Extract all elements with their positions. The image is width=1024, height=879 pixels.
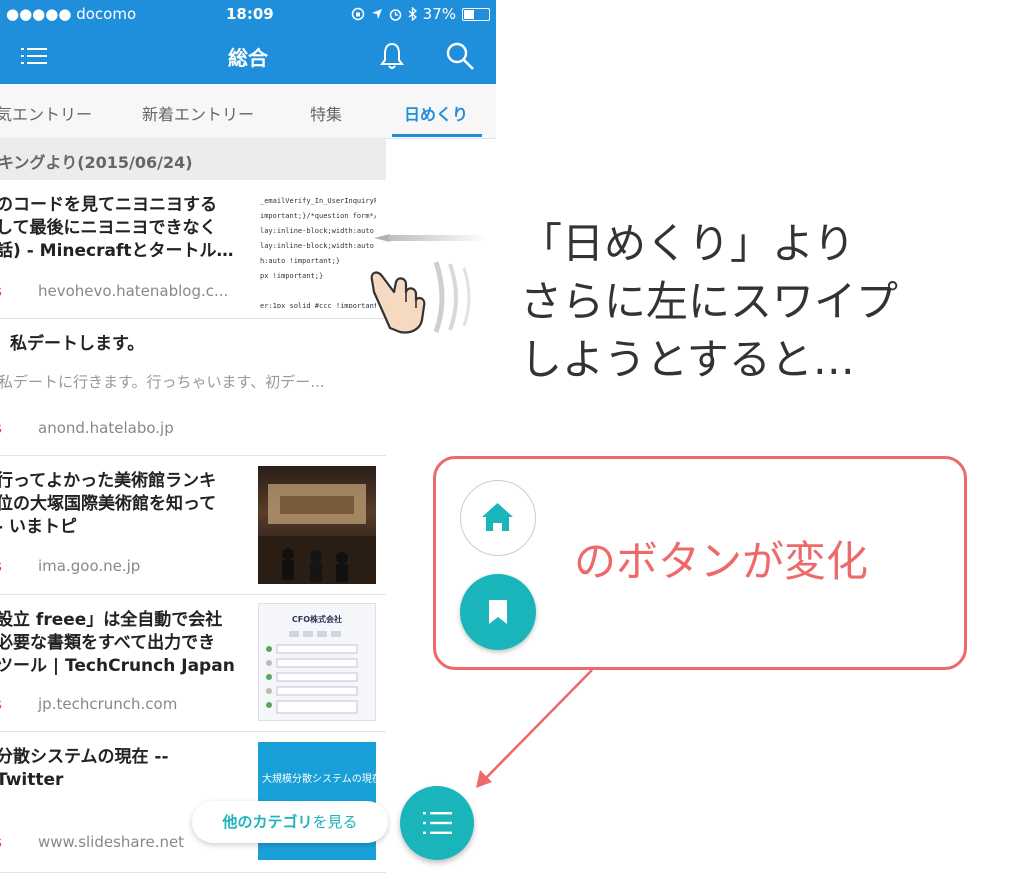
page-title: 総合: [228, 46, 268, 70]
bluetooth-icon: [408, 7, 417, 21]
entry-users: rs: [0, 695, 2, 713]
entry-row[interactable]: のコードを見てニヨニヨする して最後にニヨニヨできなく 話) - Minecra…: [0, 180, 386, 319]
motion-line: [433, 261, 445, 333]
motion-line: [448, 263, 458, 331]
entry-domain: ima.goo.ne.jp: [38, 557, 141, 575]
entry-domain: hevohevo.hatenablog.c...: [38, 282, 229, 300]
entry-domain: jp.techcrunch.com: [38, 695, 178, 713]
location-icon: [371, 9, 382, 19]
painting-image: [258, 484, 376, 584]
thumb-code-line: [260, 284, 376, 299]
orientation-lock-icon: [351, 7, 364, 21]
thumb-code-line: h:auto !important;}: [260, 257, 341, 265]
entry-domain: anond.hatelabo.jp: [38, 419, 174, 437]
entry-users: rs: [0, 282, 2, 300]
swipe-gesture-illustration: [370, 234, 488, 334]
hand-pointer-icon: [370, 271, 426, 334]
category-button-suffix: を見る: [312, 813, 358, 831]
bookmark-icon: [489, 600, 507, 624]
nav-bar: 総合: [0, 28, 496, 84]
clock: 18:09: [226, 5, 274, 23]
entry-users: rs: [0, 557, 2, 575]
entry-users: rs: [0, 419, 2, 437]
entry-title: 分散システムの現在 -- Twitter: [0, 747, 169, 790]
active-tab-indicator: [392, 134, 482, 137]
callout-text: のボタンが変化: [574, 537, 869, 586]
swipe-instruction-text: 「日めくり」より さらに左にスワイプ しようとすると…: [520, 219, 899, 384]
thumb-code-line: important;}/*question form*/: [260, 212, 376, 220]
carrier-label: ●●●●● docomo: [6, 5, 137, 23]
other-categories-button[interactable]: 他のカテゴリを見る: [192, 801, 388, 843]
thumb-code-line: er:1px solid #ccc !important;backg: [260, 302, 376, 308]
search-icon[interactable]: [444, 40, 476, 72]
thumb-code-line: lay:inline-block;width:auto !impo: [260, 242, 376, 250]
tab-feature[interactable]: 特集: [310, 101, 342, 125]
entry-title: 私デートします。: [10, 334, 145, 354]
thumb-slide-title: 大規模分散システムの現在: [262, 774, 376, 785]
thumb-form-title: CFO株式会社: [291, 615, 343, 624]
thumb-code-line: _emailVerify_In_UserInquiryForm_i: [260, 197, 376, 205]
entry-thumbnail: [258, 466, 376, 584]
arrow-left-icon: [374, 234, 390, 242]
category-fab[interactable]: [400, 786, 474, 860]
entry-row[interactable]: 行ってよかった美術館ランキ 位の大塚国際美術館を知って - いまトピ rs im…: [0, 456, 386, 595]
entry-title: のコードを見てニヨニヨする して最後にニヨニヨできなく 話) - Minecra…: [0, 195, 234, 261]
home-icon: [482, 503, 513, 531]
alarm-icon: [389, 8, 401, 21]
section-header-label: キングより(2015/06/24): [0, 153, 193, 172]
entry-row[interactable]: 設立 freee」は全自動で会社 必要な書類をすべて出力でき ツール | Tec…: [0, 595, 386, 732]
entry-title: 行ってよかった美術館ランキ 位の大塚国際美術館を知って - いまトピ: [0, 471, 217, 537]
tab-popular[interactable]: 気エントリー: [0, 101, 92, 125]
bell-icon[interactable]: [376, 40, 408, 72]
entry-users: rs: [0, 833, 2, 851]
swipe-trail: [388, 235, 488, 241]
thumb-code-line: px !important;}: [260, 272, 324, 280]
entry-domain: www.slideshare.net: [38, 833, 185, 851]
tab-new[interactable]: 新着エントリー: [142, 101, 254, 125]
battery-fill: [464, 9, 474, 19]
list-icon: [423, 812, 452, 834]
bookmark-button-sample: [460, 574, 536, 650]
tab-bar: 気エントリー 新着エントリー 特集 日めくり: [0, 84, 496, 139]
entry-title: 設立 freee」は全自動で会社 必要な書類をすべて出力でき ツール | Tec…: [0, 610, 235, 676]
home-button-sample: [460, 480, 536, 556]
thumb-code-line: lay:inline-block;width:auto !impo: [260, 227, 376, 235]
status-right: 37%: [351, 5, 490, 23]
tab-himekuri[interactable]: 日めくり: [404, 101, 468, 125]
category-button-prefix: 他のカテゴリ: [222, 813, 313, 831]
battery-icon: [462, 7, 490, 21]
entry-body: 私デートに行きます。行っちゃいます、初デー...: [0, 373, 325, 391]
form-image: [266, 631, 358, 714]
entry-row[interactable]: 私デートします。 私デートに行きます。行っちゃいます、初デー... rs ano…: [0, 319, 386, 456]
battery-percent: 37%: [422, 5, 456, 23]
section-header: キングより(2015/06/24): [0, 138, 386, 180]
phone-screen: ●●●●● docomo 18:09 37% 総合 気エントリー 新着エントリー…: [0, 0, 496, 879]
callout-arrow: [476, 669, 593, 788]
entry-thumbnail: _emailVerify_In_UserInquiryForm_i import…: [258, 190, 376, 308]
entry-thumbnail: CFO株式会社: [258, 603, 376, 721]
status-bar: ●●●●● docomo 18:09 37%: [0, 0, 496, 28]
motion-line: [462, 267, 471, 327]
